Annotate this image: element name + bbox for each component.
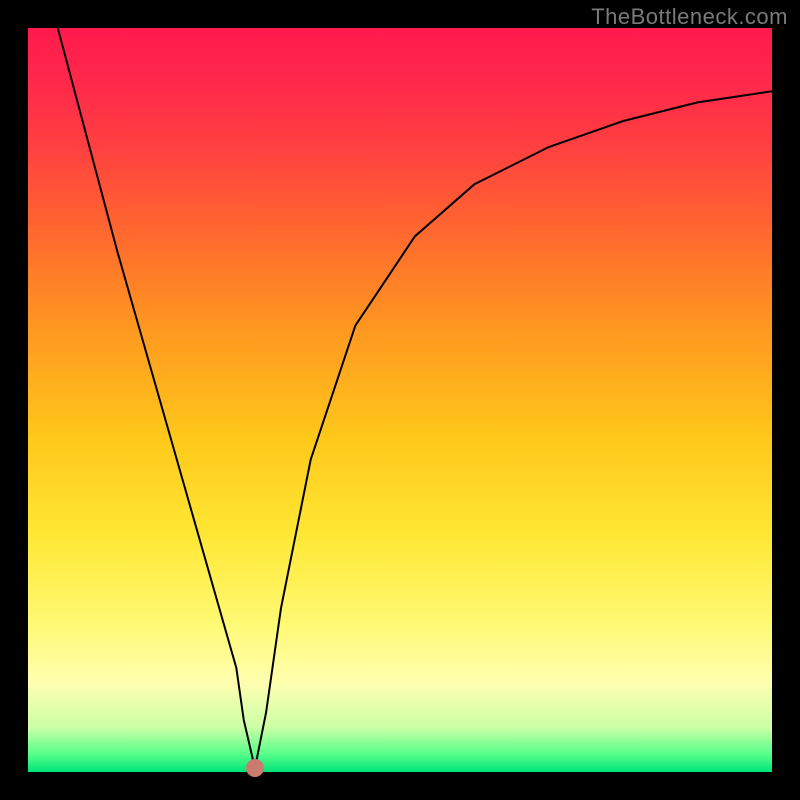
watermark-label: TheBottleneck.com [591,4,788,30]
chart-plot-area [28,28,772,772]
chart-frame: TheBottleneck.com [0,0,800,800]
bottleneck-curve [28,28,772,772]
bottleneck-marker [246,759,264,777]
curve-path [58,28,772,768]
